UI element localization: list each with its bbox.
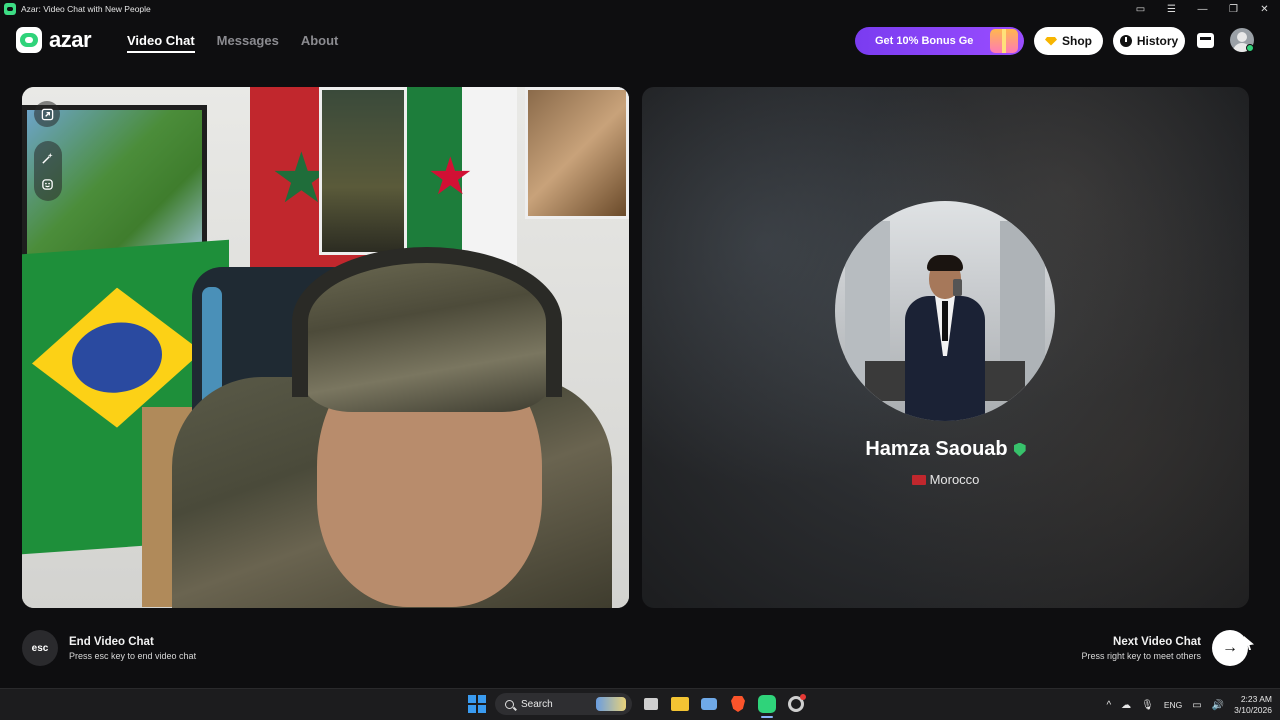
minimize-button[interactable]: — xyxy=(1187,0,1218,18)
remote-country: Morocco xyxy=(929,472,980,487)
camera-app-icon[interactable] xyxy=(699,694,719,714)
taskbar-apps: Search xyxy=(468,693,806,718)
azar-logo[interactable]: azar xyxy=(16,27,92,53)
next-video-chat: Next Video Chat Press right key to meet … xyxy=(1081,630,1248,666)
volume-icon[interactable]: 🔊 xyxy=(1212,700,1224,711)
brave-browser-icon[interactable] xyxy=(728,694,748,714)
azar-app-icon xyxy=(4,3,16,15)
camera-tools xyxy=(34,101,62,201)
main-nav: Video Chat Messages About xyxy=(127,33,338,53)
end-chat-text: End Video Chat Press esc key to end vide… xyxy=(69,636,196,661)
bonus-promo-button[interactable]: Get 10% Bonus Ge xyxy=(855,27,1024,55)
history-button[interactable]: History xyxy=(1113,27,1185,55)
bonus-label: Get 10% Bonus Ge xyxy=(875,35,974,47)
end-chat-title: End Video Chat xyxy=(69,635,154,648)
magic-wand-icon[interactable] xyxy=(34,145,60,171)
nav-messages[interactable]: Messages xyxy=(217,33,279,53)
shop-label: Shop xyxy=(1062,34,1092,48)
next-chat-title: Next Video Chat xyxy=(1113,635,1201,648)
next-chat-text: Next Video Chat Press right key to meet … xyxy=(1081,636,1201,661)
search-label: Search xyxy=(521,698,553,710)
morocco-flag-icon xyxy=(911,474,926,485)
scene-poster xyxy=(525,87,629,219)
scene-poster-lion xyxy=(319,87,407,255)
window-title: Azar: Video Chat with New People xyxy=(21,4,151,14)
onedrive-icon[interactable]: ☁ xyxy=(1121,700,1131,711)
language-indicator[interactable]: ENG xyxy=(1164,700,1182,710)
cast-icon[interactable]: ▭ xyxy=(1125,0,1156,18)
next-chat-button[interactable]: → xyxy=(1212,630,1248,666)
window-controls: ▭ ☰ — ❐ ✕ xyxy=(1125,0,1280,18)
online-status-dot xyxy=(1246,44,1254,52)
clock-date: 3/10/2026 xyxy=(1234,705,1272,715)
taskbar-search[interactable]: Search xyxy=(495,693,632,715)
azar-taskbar-icon[interactable] xyxy=(757,694,777,718)
local-video-panel xyxy=(22,87,629,608)
remote-user-name: Hamza Saouab xyxy=(865,438,1008,460)
nav-about[interactable]: About xyxy=(301,33,339,53)
scene-headset xyxy=(292,247,562,397)
search-highlight-icon xyxy=(596,697,626,711)
next-chat-hint: Press right key to meet others xyxy=(1081,650,1201,661)
window-titlebar: Azar: Video Chat with New People ▭ ☰ — ❐… xyxy=(0,0,1280,18)
azar-logo-icon xyxy=(16,27,42,53)
search-icon xyxy=(505,699,514,709)
tray-chevron-icon[interactable]: ^ xyxy=(1106,700,1111,711)
gift-icon xyxy=(990,29,1018,53)
clock-icon xyxy=(1119,35,1132,47)
system-tray: ^ ☁ 🎙 ENG ▭ 🔊 2:23 AM 3/10/2026 xyxy=(1106,689,1272,720)
file-explorer-icon[interactable] xyxy=(670,694,690,714)
effects-group xyxy=(34,141,62,201)
windows-taskbar: Search ^ ☁ 🎙 ENG ▭ 🔊 2:23 AM 3/10/2026 xyxy=(0,688,1280,720)
task-view-icon[interactable] xyxy=(641,694,661,714)
face-filter-icon[interactable] xyxy=(34,171,60,197)
menu-icon[interactable]: ☰ xyxy=(1156,0,1187,18)
remote-name-row: Hamza Saouab xyxy=(642,438,1249,461)
remote-profile-photo[interactable] xyxy=(835,201,1055,421)
remote-country-row: Morocco xyxy=(642,472,1249,487)
windows-start-icon[interactable] xyxy=(468,695,486,713)
logo-text: azar xyxy=(49,27,92,52)
nav-video-chat[interactable]: Video Chat xyxy=(127,33,195,53)
close-button[interactable]: ✕ xyxy=(1249,0,1280,18)
taskbar-clock[interactable]: 2:23 AM 3/10/2026 xyxy=(1234,694,1272,716)
expand-icon[interactable] xyxy=(34,101,60,127)
remote-video-panel: Hamza Saouab Morocco xyxy=(642,87,1249,608)
verified-badge-icon xyxy=(1013,442,1026,457)
app-header: azar Video Chat Messages About Get 10% B… xyxy=(0,18,1280,64)
gem-icon xyxy=(1045,36,1057,46)
history-label: History xyxy=(1136,34,1179,48)
end-chat-hint: Press esc key to end video chat xyxy=(69,650,197,661)
microphone-icon[interactable]: 🎙 xyxy=(1141,700,1154,711)
network-icon[interactable]: ▭ xyxy=(1192,700,1201,711)
restore-button[interactable]: ❐ xyxy=(1218,0,1249,18)
inbox-icon[interactable] xyxy=(1197,33,1214,48)
clock-time: 2:23 AM xyxy=(1240,694,1272,704)
end-video-chat: esc End Video Chat Press esc key to end … xyxy=(22,630,196,666)
end-chat-button[interactable]: esc xyxy=(22,630,58,666)
shop-button[interactable]: Shop xyxy=(1034,27,1103,55)
chrome-icon[interactable] xyxy=(786,694,806,714)
